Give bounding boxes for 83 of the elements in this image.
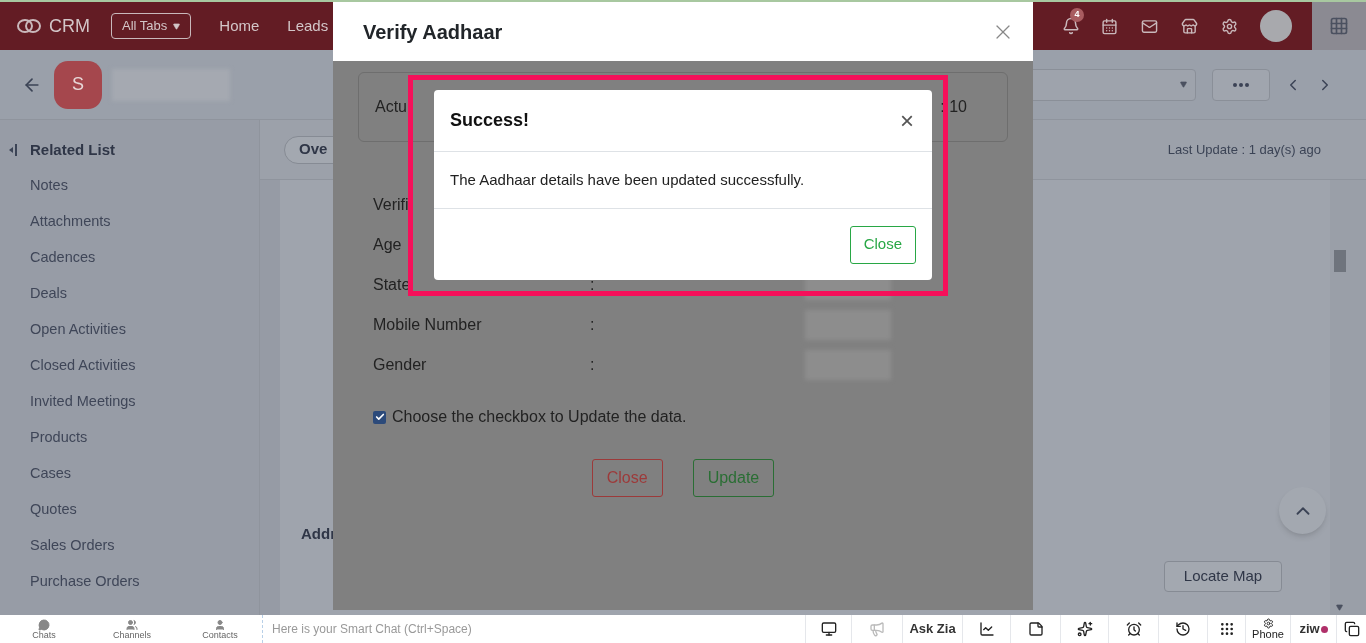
group-icon [126,618,138,631]
gear-icon [1262,618,1274,629]
phone-button[interactable]: Phone [1245,615,1290,643]
sidebar-item[interactable]: Invited Meetings [30,384,259,420]
toolbar-button[interactable] [1336,615,1366,643]
dialpad-icon [1218,621,1235,637]
section-title: Addr [301,524,337,543]
collapse-icon[interactable] [8,143,18,157]
field-colon: : [590,355,596,375]
store-icon[interactable] [1181,17,1198,35]
sidebar-item[interactable]: Cases [30,456,259,492]
smart-chat-field[interactable]: Here is your Smart Chat (Ctrl+Space) [263,615,805,643]
dialog-title: Success! [450,109,530,132]
brand-name: CRM [49,14,90,38]
modal-title: Verify Aadhaar [363,19,503,45]
history-icon [1175,621,1191,637]
toolbar-button[interactable] [1060,615,1108,643]
close-button[interactable]: Close [849,225,916,264]
toolbar-button[interactable] [1010,615,1060,643]
sidebar-item[interactable]: Quotes [30,492,259,528]
logo-icon [17,17,41,35]
toolbar-button[interactable] [1158,615,1207,643]
last-update: Last Update : 1 day(s) ago [1167,140,1321,159]
more-icon [1233,82,1249,87]
ask-zia-button[interactable]: Ask Zia [902,615,962,643]
caret-icon [173,22,181,30]
scroll-down-icon[interactable] [1336,604,1343,611]
all-tabs-button[interactable]: All Tabs [111,13,192,39]
field-label: Mobile Number [373,315,483,335]
chat-icon [38,618,50,631]
checkbox-label: Choose the checkbox to Update the data. [392,407,687,427]
sidebar-item[interactable]: Attachments [30,204,259,240]
update-checkbox[interactable] [373,410,386,424]
sidebar-item[interactable]: Sales Orders [30,528,259,564]
megaphone-icon [869,621,885,637]
alarm-clock-icon [1125,621,1142,637]
avatar[interactable] [1260,10,1292,42]
ziwo-button[interactable]: ziw [1290,615,1336,643]
field-colon: : [590,275,596,295]
locate-map-button[interactable]: Locate Map [1164,561,1282,592]
scrollbar-thumb[interactable] [1334,250,1346,272]
sidebar-title: Related List [30,139,116,160]
sparkle-icon [1076,621,1093,637]
field-label: Verifi [373,195,410,215]
mail-icon[interactable] [1141,17,1158,35]
overview-tab[interactable]: Ove [284,135,334,164]
dialog-message: The Aadhaar details have been updated successfully. [450,169,805,190]
sidebar-item[interactable]: Purchase Orders [30,564,259,600]
sidebar-item[interactable]: Cadences [30,240,259,276]
bottom-app-button[interactable]: Channels [88,615,176,643]
notification-badge: 4 [1070,8,1084,22]
nav-link[interactable]: Leads [287,14,329,38]
summary-text: : 10 [940,97,967,117]
toolbar-button[interactable] [962,615,1010,643]
field-label: Age [373,235,403,255]
check-icon [374,412,385,422]
record-avatar: S [54,60,102,109]
chart-icon [978,621,995,637]
sidebar-item[interactable]: Closed Activities [30,348,259,384]
bottom-app-button[interactable]: Contacts [176,615,264,643]
calendar-icon[interactable] [1101,17,1118,35]
sidebar-item[interactable]: Deals [30,276,259,312]
sidebar-item[interactable]: Products [30,420,259,456]
sidebar-item[interactable]: Open Activities [30,312,259,348]
toolbar-button[interactable] [1108,615,1158,643]
monitor-icon [820,621,837,637]
field-label: State [373,275,412,295]
person-icon [214,618,226,631]
toolbar-button[interactable] [1207,615,1245,643]
field-colon: : [590,315,596,335]
toolbar-button[interactable] [805,615,851,643]
bell-icon[interactable] [1062,17,1080,35]
grid-icon [1329,16,1349,36]
field-label: Gender [373,355,428,375]
note-icon [1027,621,1044,637]
caret-icon [1180,81,1187,88]
bottom-app-button[interactable]: Chats [0,615,88,643]
sidebar-item[interactable]: Notes [30,168,259,204]
settings-icon[interactable] [1221,17,1238,35]
cards-icon [1343,621,1360,637]
close-button[interactable]: × [900,108,914,133]
summary-text: Actu [375,97,407,117]
nav-link[interactable]: Home [219,14,260,38]
